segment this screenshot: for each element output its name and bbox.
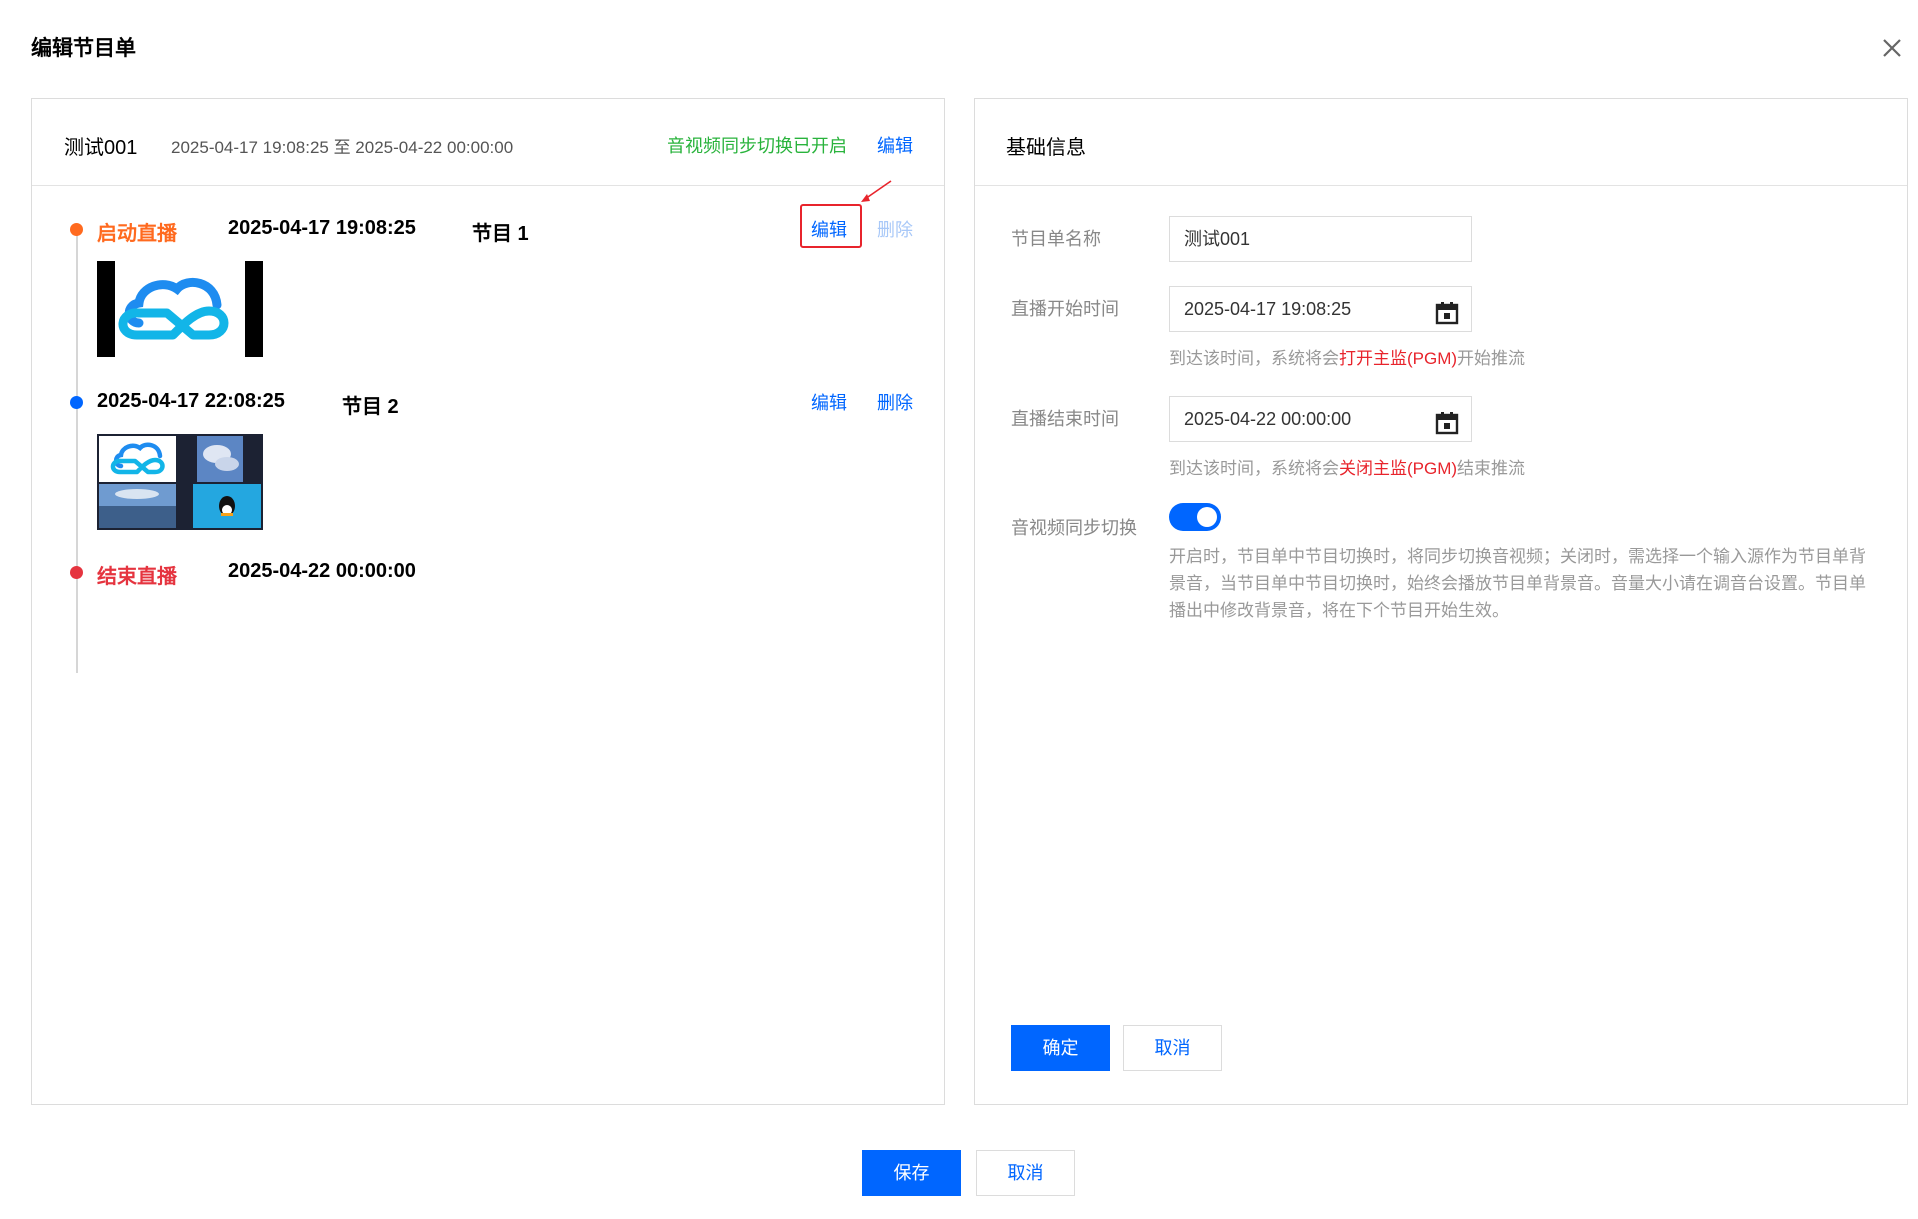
sync-switch-label: 音视频同步切换 <box>1011 518 1137 538</box>
end-time-label: 直播结束时间 <box>1011 409 1119 429</box>
sync-switch-toggle[interactable] <box>1169 503 1221 531</box>
sync-status-text: 音视频同步切换已开启 <box>667 136 847 156</box>
basic-info-header: 基础信息 <box>975 99 1907 186</box>
start-time-input[interactable]: 2025-04-17 19:08:25 <box>1169 286 1472 332</box>
sync-switch-description: 开启时，节目单中节目切换时，将同步切换音视频；关闭时，需选择一个输入源作为节目单… <box>1169 547 1866 620</box>
annotation-arrow <box>857 179 897 212</box>
calendar-icon[interactable] <box>1435 407 1459 451</box>
program-2-edit-link[interactable]: 编辑 <box>811 389 847 415</box>
save-button[interactable]: 保存 <box>862 1150 961 1196</box>
schedule-name: 测试001 <box>64 137 138 159</box>
program-1-thumbnail <box>97 261 263 357</box>
schedule-edit-link[interactable]: 编辑 <box>877 132 913 158</box>
edit-highlight-box <box>800 204 862 248</box>
end-time-value: 2025-04-22 00:00:00 <box>1184 409 1352 429</box>
timeline-dot-start <box>70 223 83 236</box>
close-icon[interactable] <box>1880 36 1904 60</box>
program-2-delete-link[interactable]: 删除 <box>877 389 913 415</box>
timeline-start-label: 启动直播 <box>97 223 177 245</box>
timeline-line <box>76 229 78 673</box>
name-input[interactable]: 测试001 <box>1169 216 1472 262</box>
cloud-logo-icon <box>118 277 229 340</box>
start-time-hint: 到达该时间，系统将会打开主监(PGM)开始推流 <box>1169 349 1526 368</box>
schedule-panel: 测试001 2025-04-17 19:08:25 至 2025-04-22 0… <box>31 98 945 1105</box>
schedule-range: 2025-04-17 19:08:25 至 2025-04-22 00:00:0… <box>171 138 514 157</box>
toggle-knob <box>1197 507 1217 527</box>
timeline-dot-end <box>70 566 83 579</box>
start-time-label: 直播开始时间 <box>1011 299 1119 319</box>
cancel-dialog-button[interactable]: 取消 <box>976 1150 1075 1196</box>
end-time-input[interactable]: 2025-04-22 00:00:00 <box>1169 396 1472 442</box>
timeline-program-2-time: 2025-04-17 22:08:25 <box>97 390 285 412</box>
timeline-program-2: 节目 2 <box>342 396 399 418</box>
name-label: 节目单名称 <box>1011 229 1101 249</box>
timeline-end-time: 2025-04-22 00:00:00 <box>228 560 416 582</box>
program-2-thumbnail <box>97 434 263 530</box>
schedule-header: 测试001 2025-04-17 19:08:25 至 2025-04-22 0… <box>32 99 944 186</box>
timeline-start-time: 2025-04-17 19:08:25 <box>228 217 416 239</box>
timeline-program-1: 节目 1 <box>472 223 529 245</box>
timeline-dot-program-2 <box>70 396 83 409</box>
program-1-delete-link: 删除 <box>877 220 913 240</box>
timeline-end-label: 结束直播 <box>97 566 177 588</box>
dialog-title: 编辑节目单 <box>31 37 136 60</box>
calendar-icon[interactable] <box>1435 297 1459 341</box>
basic-info-panel: 基础信息 节目单名称 测试001 直播开始时间 2025-04-17 19:08… <box>974 98 1908 1105</box>
start-time-value: 2025-04-17 19:08:25 <box>1184 299 1352 319</box>
confirm-button[interactable]: 确定 <box>1011 1025 1110 1071</box>
basic-info-title: 基础信息 <box>1006 137 1086 159</box>
cancel-form-button[interactable]: 取消 <box>1123 1025 1222 1071</box>
end-time-hint: 到达该时间，系统将会关闭主监(PGM)结束推流 <box>1169 459 1526 478</box>
